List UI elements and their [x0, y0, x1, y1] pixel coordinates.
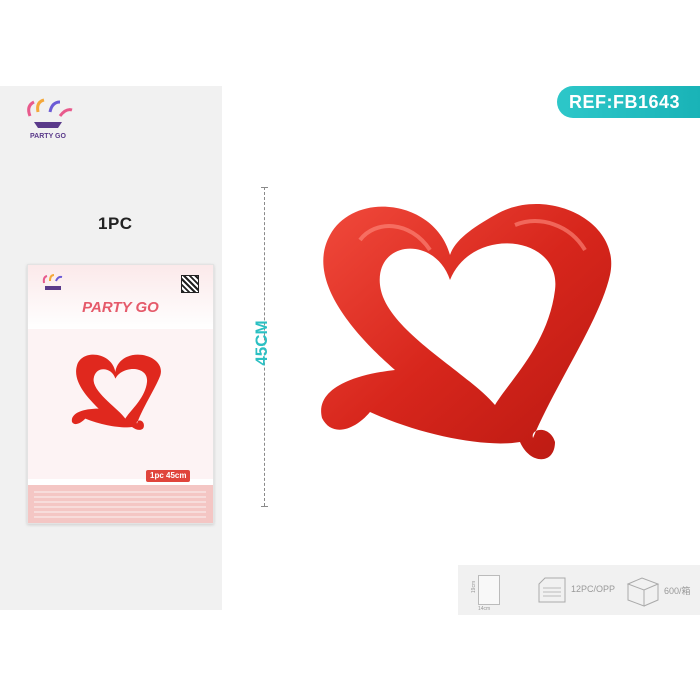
logo-text: PARTY GO: [30, 133, 66, 140]
opp-bag-icon: [538, 577, 566, 603]
party-go-logo: PARTY GO: [27, 98, 73, 140]
package-text-lines: [34, 491, 206, 519]
card-size-icon: [478, 575, 500, 605]
package-brand: PARTY GO: [82, 299, 159, 316]
package-heart-balloon: [71, 354, 161, 430]
card-width: 14cm: [478, 606, 491, 612]
card-height: 19cm: [471, 580, 478, 594]
carton-quantity: 600/箱: [664, 586, 691, 596]
package-image: PARTY GO 1pc 45cm: [27, 264, 214, 524]
reference-badge: REF:FB1643: [557, 86, 700, 118]
dimension-cap-top: [261, 187, 268, 188]
dimension-cap-bottom: [261, 506, 268, 507]
height-label: 45CM: [252, 320, 271, 366]
carton-icon: [626, 577, 660, 607]
quantity-label: 1PC: [98, 214, 133, 233]
opp-quantity: 12PC/OPP: [571, 584, 616, 594]
heart-balloon: [321, 203, 612, 460]
qr-code: [181, 275, 199, 293]
package-logo: [42, 274, 63, 290]
size-badge: 1pc 45cm: [146, 470, 191, 482]
